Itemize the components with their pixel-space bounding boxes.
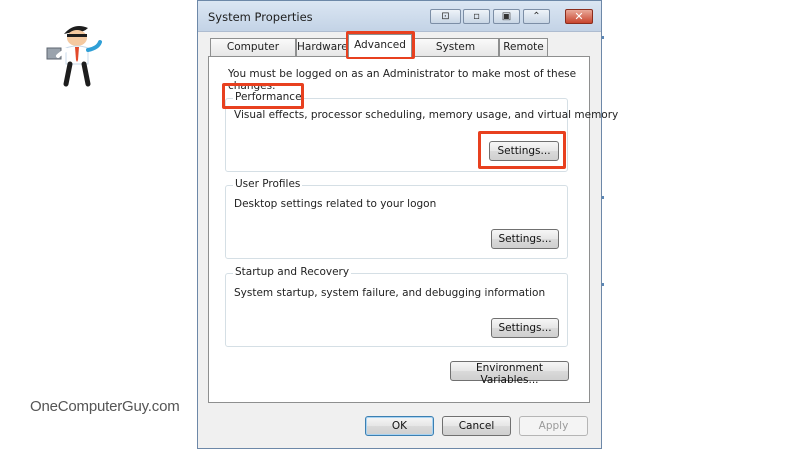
background-mark: [602, 36, 604, 39]
apply-button: Apply: [519, 416, 588, 436]
system-properties-window: System Properties ⊡ ▫ ▣ ⌃ ✕ Computer Nam…: [197, 0, 618, 449]
tab-advanced[interactable]: Advanced: [348, 34, 412, 57]
startup-recovery-description: System startup, system failure, and debu…: [234, 287, 546, 299]
startup-recovery-title: Startup and Recovery: [233, 266, 352, 278]
user-profiles-title: User Profiles: [233, 178, 303, 190]
tab-hardware[interactable]: Hardware: [296, 38, 348, 56]
startup-recovery-group: Startup and Recovery System startup, sys…: [225, 266, 568, 347]
tab-computer-name[interactable]: Computer Name: [210, 38, 296, 70]
expand-icon[interactable]: ⌃: [523, 9, 550, 24]
tab-system-protection[interactable]: System Protection: [412, 38, 499, 70]
title-bar[interactable]: System Properties ⊡ ▫ ▣ ⌃ ✕: [198, 1, 601, 32]
site-watermark: OneComputerGuy.com: [30, 398, 180, 415]
background-mark: [602, 196, 604, 199]
tab-remote[interactable]: Remote: [499, 38, 548, 56]
performance-settings-highlight: [478, 131, 566, 169]
user-profiles-description: Desktop settings related to your logon: [234, 198, 437, 210]
background-mark: [602, 283, 604, 286]
close-icon[interactable]: ✕: [565, 9, 593, 24]
user-profiles-group: User Profiles Desktop settings related t…: [225, 178, 568, 259]
user-profiles-settings-button[interactable]: Settings...: [491, 229, 559, 249]
performance-description: Visual effects, processor scheduling, me…: [234, 109, 619, 121]
cancel-button[interactable]: Cancel: [442, 416, 511, 436]
performance-title-highlight: [222, 83, 304, 109]
environment-variables-button[interactable]: Environment Variables...: [450, 361, 569, 386]
ok-button[interactable]: OK: [365, 416, 434, 436]
window-title: System Properties: [208, 10, 313, 24]
pin-icon[interactable]: ⊡: [430, 9, 461, 24]
minimize-icon[interactable]: ▫: [463, 9, 490, 24]
onecomputerguy-logo: [46, 26, 102, 87]
maximize-icon[interactable]: ▣: [493, 9, 520, 24]
startup-recovery-settings-button[interactable]: Settings...: [491, 318, 559, 338]
